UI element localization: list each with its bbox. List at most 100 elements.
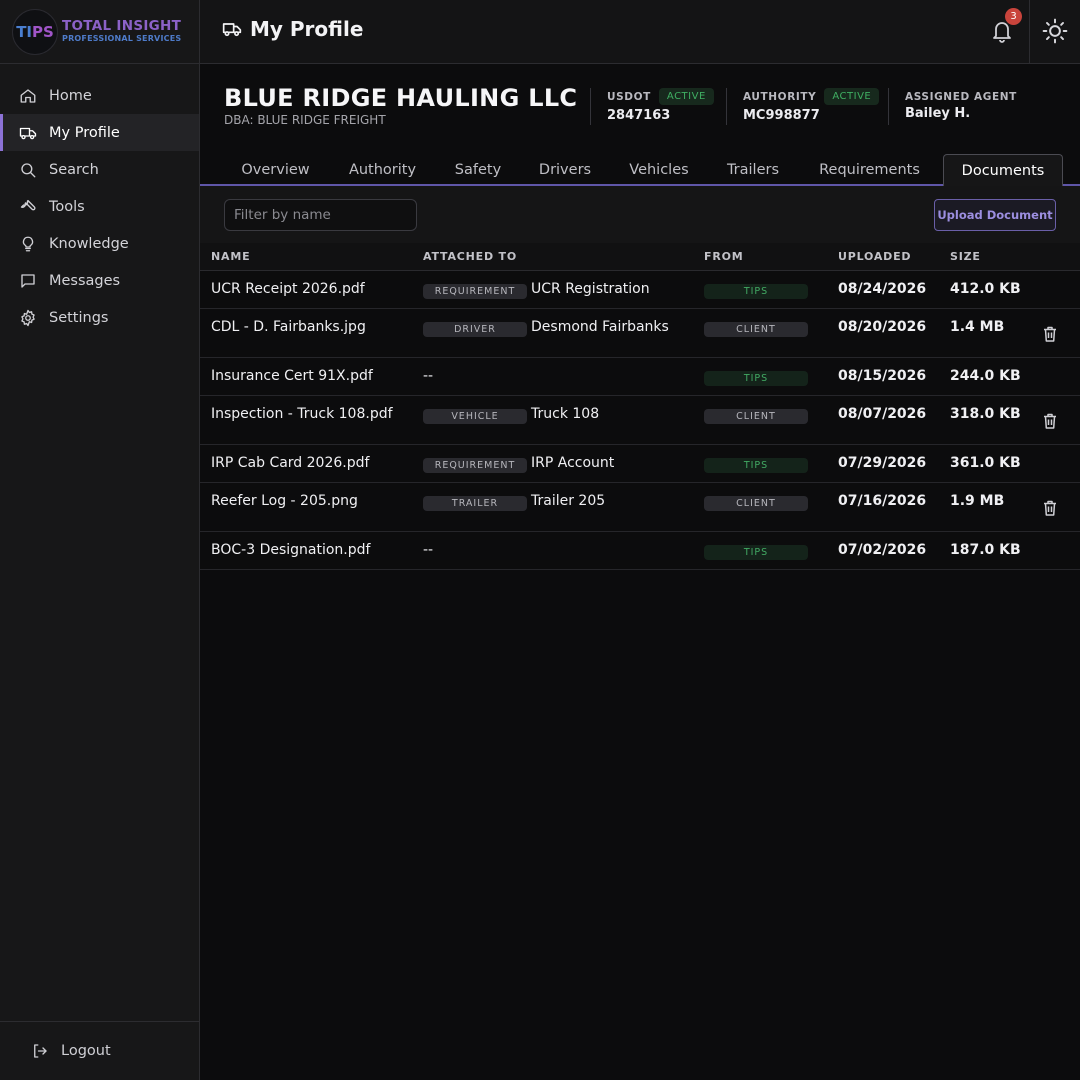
stat-divider [726,88,727,125]
sidebar-item-label: Knowledge [49,235,129,252]
logo-badge: TI PS [12,8,58,55]
theme-toggle-button[interactable] [1041,17,1069,45]
table-row[interactable]: Inspection - Truck 108.pdf VEHICLE Truck… [200,396,1080,445]
sidebar-item-label: Settings [49,309,109,326]
delete-document-button[interactable] [1042,412,1058,430]
usdot-label-row: USDOT ACTIVE [607,88,714,105]
attached-to: Desmond Fairbanks [531,319,669,335]
sidebar-item-my-profile[interactable]: My Profile [0,114,199,151]
document-name[interactable]: BOC-3 Designation.pdf [211,542,370,558]
tab-documents[interactable]: Documents [943,154,1063,187]
sun-icon [1042,18,1068,44]
stat-divider [590,88,591,125]
delete-document-button[interactable] [1042,499,1058,517]
agent-label: ASSIGNED AGENT [905,90,1017,103]
document-name[interactable]: Insurance Cert 91X.pdf [211,368,373,384]
authority-value: MC998877 [743,108,820,123]
document-name[interactable]: Inspection - Truck 108.pdf [211,406,393,422]
search-icon [18,160,38,180]
logout-button[interactable]: Logout [0,1021,199,1080]
from-tag: TIPS [704,458,808,473]
sidebar-item-knowledge[interactable]: Knowledge [0,225,199,262]
attached-to: Trailer 205 [531,493,606,509]
sidebar-item-messages[interactable]: Messages [0,262,199,299]
authority-stat: AUTHORITY ACTIVE MC998877 [743,88,880,123]
table-row[interactable]: Reefer Log - 205.png TRAILER Trailer 205… [200,483,1080,532]
document-name[interactable]: UCR Receipt 2026.pdf [211,281,365,297]
file-size: 361.0 KB [950,455,1021,471]
attached-to: UCR Registration [531,281,650,297]
sidebar-item-search[interactable]: Search [0,151,199,188]
tab-requirements[interactable]: Requirements [800,154,939,185]
truck-icon [18,123,38,143]
from-tag: CLIENT [704,496,808,511]
usdot-status-badge: ACTIVE [658,88,714,105]
documents-toolbar: Upload Document [200,186,1080,243]
attached-to: -- [423,368,434,384]
sidebar-item-label: Home [49,87,92,104]
upload-document-button[interactable]: Upload Document [934,199,1056,231]
logout-icon [30,1041,50,1061]
agent-label-row: ASSIGNED AGENT [905,88,1017,105]
chat-icon [18,271,38,291]
attachment-type-tag: TRAILER [423,496,527,511]
tab-safety[interactable]: Safety [438,154,518,185]
uploaded-date: 08/15/2026 [838,368,927,384]
authority-label-row: AUTHORITY ACTIVE [743,88,880,105]
table-row[interactable]: IRP Cab Card 2026.pdf REQUIREMENT IRP Ac… [200,445,1080,483]
sidebar: TI PS TOTAL INSIGHT PROFESSIONAL SERVICES… [0,0,200,1080]
document-name[interactable]: Reefer Log - 205.png [211,493,358,509]
tab-drivers[interactable]: Drivers [522,154,608,185]
page-title: My Profile [222,17,363,41]
sidebar-item-label: Messages [49,272,121,289]
column-header-name[interactable]: NAME [211,250,250,263]
sidebar-item-label: Tools [49,198,85,215]
truck-icon [222,23,242,37]
filter-input[interactable] [224,199,417,231]
tab-vehicles[interactable]: Vehicles [612,154,706,185]
tab-authority[interactable]: Authority [331,154,434,185]
table-row[interactable]: CDL - D. Fairbanks.jpg DRIVER Desmond Fa… [200,309,1080,358]
table-row[interactable]: UCR Receipt 2026.pdf REQUIREMENT UCR Reg… [200,271,1080,309]
from-tag: TIPS [704,284,808,299]
tab-trailers[interactable]: Trailers [710,154,796,185]
sidebar-item-settings[interactable]: Settings [0,299,199,336]
logo-badge-text-1: TI [16,22,33,41]
sidebar-item-tools[interactable]: Tools [0,188,199,225]
top-header: My Profile 3 [200,0,1080,64]
table-row[interactable]: Insurance Cert 91X.pdf -- TIPS 08/15/202… [200,358,1080,396]
from-tag: CLIENT [704,409,808,424]
table-header: NAME ATTACHED TO FROM UPLOADED SIZE [200,243,1080,271]
stat-divider [888,88,889,125]
file-size: 412.0 KB [950,281,1021,297]
tab-overview[interactable]: Overview [224,154,327,185]
column-header-uploaded[interactable]: UPLOADED [838,250,911,263]
authority-status-badge: ACTIVE [824,88,880,105]
uploaded-date: 08/20/2026 [838,319,927,335]
trash-icon [1044,413,1056,429]
column-header-from[interactable]: FROM [704,250,743,263]
attached-to: IRP Account [531,455,615,471]
table-row[interactable]: BOC-3 Designation.pdf -- TIPS 07/02/2026… [200,532,1080,570]
home-icon [18,86,38,106]
brand-logo[interactable]: TI PS TOTAL INSIGHT PROFESSIONAL SERVICES [0,0,199,64]
company-name: BLUE RIDGE HAULING LLC [224,84,578,112]
authority-label: AUTHORITY [743,90,817,103]
sidebar-item-home[interactable]: Home [0,77,199,114]
column-header-attached[interactable]: ATTACHED TO [423,250,517,263]
file-size: 318.0 KB [950,406,1021,422]
column-header-size[interactable]: SIZE [950,250,981,263]
logo-line-2: PROFESSIONAL SERVICES [62,33,182,43]
logo-line-1: TOTAL INSIGHT [62,18,182,35]
page-title-text: My Profile [250,17,364,41]
attachment-type-tag: VEHICLE [423,409,527,424]
notification-count-badge: 3 [1005,8,1022,25]
logo-badge-text-2: PS [32,22,54,41]
from-tag: CLIENT [704,322,808,337]
document-name[interactable]: CDL - D. Fairbanks.jpg [211,319,366,335]
uploaded-date: 07/16/2026 [838,493,927,509]
delete-document-button[interactable] [1042,325,1058,343]
trash-icon [1044,326,1056,342]
file-size: 1.4 MB [950,319,1005,335]
document-name[interactable]: IRP Cab Card 2026.pdf [211,455,369,471]
